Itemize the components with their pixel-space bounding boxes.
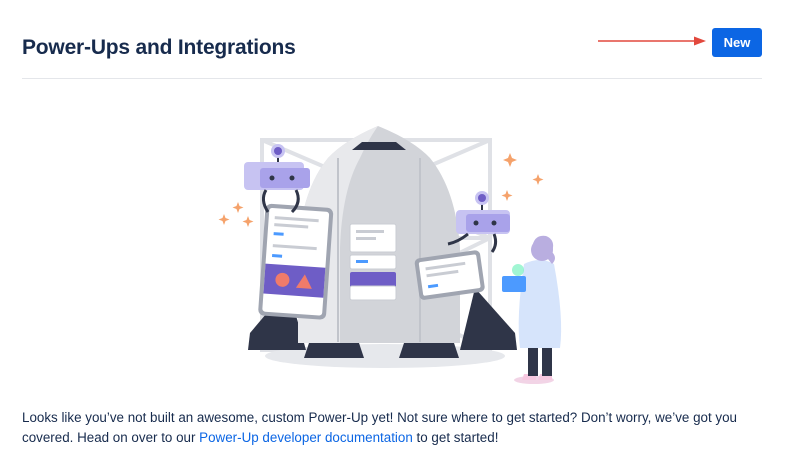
- empty-state-text-end: to get started!: [412, 429, 499, 445]
- page-title: Power-Ups and Integrations: [22, 36, 296, 59]
- rocket-launch-illustration: [218, 126, 562, 384]
- empty-state-message: Looks like you’ve not built an awesome, …: [22, 408, 772, 447]
- developer-documentation-link[interactable]: Power-Up developer documentation: [199, 430, 413, 445]
- annotation-arrow-icon: [598, 36, 706, 46]
- new-button[interactable]: New: [712, 28, 762, 57]
- header-divider: [22, 78, 762, 79]
